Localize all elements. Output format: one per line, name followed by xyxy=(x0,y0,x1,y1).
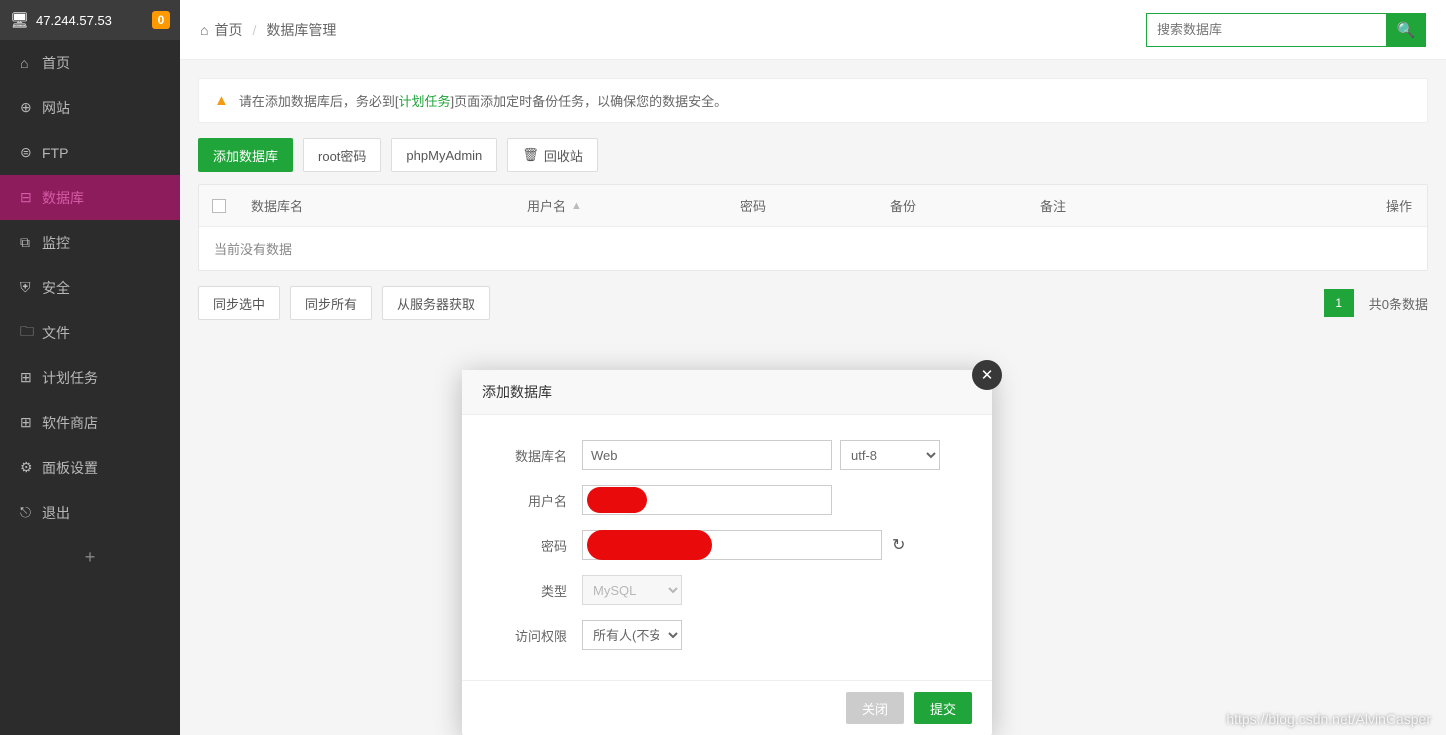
col-backup[interactable]: 备份 xyxy=(878,196,1028,215)
col-dbname[interactable]: 数据库名 xyxy=(239,196,515,215)
col-password[interactable]: 密码 xyxy=(728,196,878,215)
sort-asc-icon: ▲ xyxy=(571,200,582,212)
search-input[interactable] xyxy=(1146,13,1386,47)
sidebar-item-label: 首页 xyxy=(42,53,70,73)
sidebar-item-label: 文件 xyxy=(42,323,70,343)
add-database-button[interactable]: 添加数据库 xyxy=(198,138,293,172)
sidebar-item-label: 安全 xyxy=(42,278,70,298)
search-button[interactable]: 🔍 xyxy=(1386,13,1426,47)
sidebar-item-database[interactable]: ⊟数据库 xyxy=(0,175,180,220)
sidebar-add-button[interactable]: + xyxy=(0,535,180,580)
breadcrumb-row: ⌂ 首页 / 数据库管理 🔍 xyxy=(180,0,1446,60)
alert-box: ▲ 请在添加数据库后，务必到[计划任务]页面添加定时备份任务，以确保您的数据安全… xyxy=(198,78,1428,123)
sidebar-item-label: 计划任务 xyxy=(42,368,98,388)
logout-icon: ⎋ xyxy=(20,504,42,521)
warning-icon: ▲ xyxy=(214,92,229,109)
home-icon: ⌂ xyxy=(200,22,208,38)
database-table: 数据库名 用户名▲ 密码 备份 备注 操作 当前没有数据 xyxy=(198,184,1428,271)
sidebar-item-ftp[interactable]: ⊜FTP xyxy=(0,130,180,175)
chart-icon: ⧉ xyxy=(20,234,42,251)
page-total: 共0条数据 xyxy=(1369,294,1428,313)
table-footer: 同步选中 同步所有 从服务器获取 1 共0条数据 xyxy=(198,286,1428,320)
sidebar-item-home[interactable]: ⌂首页 xyxy=(0,40,180,85)
table-header: 数据库名 用户名▲ 密码 备份 备注 操作 xyxy=(199,185,1427,227)
alert-text-suffix: ]页面添加定时备份任务，以确保您的数据安全。 xyxy=(451,91,728,110)
trash-icon: 🗑 xyxy=(522,147,539,163)
root-password-button[interactable]: root密码 xyxy=(303,138,381,172)
recycle-label: 回收站 xyxy=(544,146,583,165)
home-icon: ⌂ xyxy=(20,55,42,71)
sidebar-item-software[interactable]: ⊞软件商店 xyxy=(0,400,180,445)
shield-icon: ⛨ xyxy=(20,279,42,296)
col-operation: 操作 xyxy=(1367,196,1427,215)
fetch-from-server-button[interactable]: 从服务器获取 xyxy=(382,286,490,320)
database-icon: ⊟ xyxy=(20,189,42,206)
breadcrumb: ⌂ 首页 / 数据库管理 xyxy=(200,20,336,40)
sidebar-item-label: 数据库 xyxy=(42,188,84,208)
sidebar-item-monitor[interactable]: ⧉监控 xyxy=(0,220,180,265)
phpmyadmin-button[interactable]: phpMyAdmin xyxy=(391,138,497,172)
sidebar-item-logout[interactable]: ⎋退出 xyxy=(0,490,180,535)
sidebar-item-label: 监控 xyxy=(42,233,70,253)
alert-link[interactable]: 计划任务 xyxy=(398,91,450,110)
sidebar-item-label: 面板设置 xyxy=(42,458,98,478)
page-number[interactable]: 1 xyxy=(1324,289,1354,317)
breadcrumb-separator: / xyxy=(252,22,256,38)
gear-icon: ⚙ xyxy=(20,459,42,476)
sidebar-item-label: 网站 xyxy=(42,98,70,118)
content-panel: ▲ 请在添加数据库后，务必到[计划任务]页面添加定时备份任务，以确保您的数据安全… xyxy=(198,78,1428,320)
notification-badge[interactable]: 0 xyxy=(152,11,170,29)
sync-selected-button[interactable]: 同步选中 xyxy=(198,286,280,320)
calendar-icon: ⊞ xyxy=(20,369,42,386)
select-all-checkbox[interactable] xyxy=(212,199,226,213)
sidebar: ⌂首页 ⊕网站 ⊜FTP ⊟数据库 ⧉监控 ⛨安全 🗀文件 ⊞计划任务 ⊞软件商… xyxy=(0,40,180,735)
ftp-icon: ⊜ xyxy=(20,144,42,161)
sidebar-item-security[interactable]: ⛨安全 xyxy=(0,265,180,310)
action-row: 添加数据库 root密码 phpMyAdmin 🗑 回收站 xyxy=(198,138,1428,172)
folder-icon: 🗀 xyxy=(20,321,42,345)
globe-icon: ⊕ xyxy=(20,99,42,116)
plus-icon: + xyxy=(85,547,96,568)
breadcrumb-current: 数据库管理 xyxy=(266,20,336,40)
monitor-icon: 🖥 xyxy=(10,11,28,29)
apps-icon: ⊞ xyxy=(20,414,42,431)
sync-all-button[interactable]: 同步所有 xyxy=(290,286,372,320)
sidebar-item-panel-settings[interactable]: ⚙面板设置 xyxy=(0,445,180,490)
table-empty-message: 当前没有数据 xyxy=(199,227,1427,270)
sidebar-item-label: FTP xyxy=(42,145,68,161)
search-icon: 🔍 xyxy=(1397,21,1416,39)
sidebar-item-files[interactable]: 🗀文件 xyxy=(0,310,180,355)
breadcrumb-home[interactable]: 首页 xyxy=(214,20,242,40)
watermark: https://blog.csdn.net/AlvinCasper xyxy=(1226,711,1431,727)
recycle-bin-button[interactable]: 🗑 回收站 xyxy=(507,138,598,172)
top-header: 🖥 47.244.57.53 0 xyxy=(0,0,180,40)
sidebar-item-label: 退出 xyxy=(42,503,70,523)
sidebar-item-website[interactable]: ⊕网站 xyxy=(0,85,180,130)
sidebar-item-label: 软件商店 xyxy=(42,413,98,433)
main-area: ⌂ 首页 / 数据库管理 🔍 ▲ 请在添加数据库后，务必到[计划任务]页面添加定… xyxy=(180,0,1446,735)
server-ip: 47.244.57.53 xyxy=(36,13,152,28)
col-remark[interactable]: 备注 xyxy=(1028,196,1367,215)
sidebar-item-cron[interactable]: ⊞计划任务 xyxy=(0,355,180,400)
col-username[interactable]: 用户名▲ xyxy=(515,196,728,215)
alert-text-prefix: 请在添加数据库后，务必到[ xyxy=(239,91,399,110)
